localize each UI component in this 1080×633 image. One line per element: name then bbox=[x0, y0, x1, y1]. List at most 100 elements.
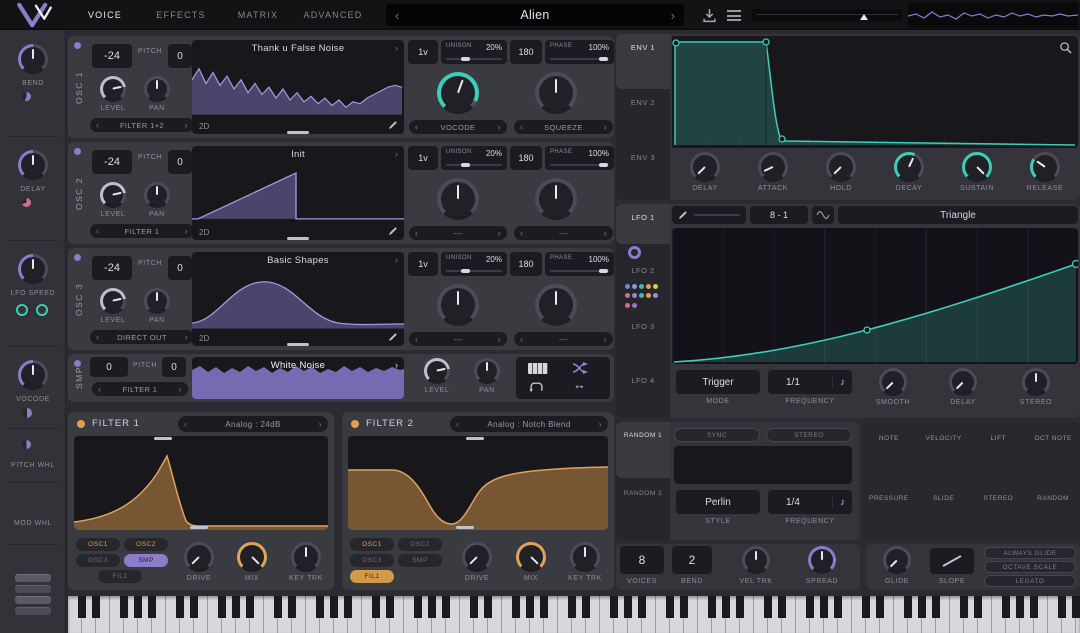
osc3-wavetable-name[interactable]: Basic Shapes bbox=[206, 255, 390, 266]
filter2-mix-knob[interactable] bbox=[516, 542, 546, 572]
lfo-paint-slider[interactable] bbox=[672, 206, 746, 224]
random-stereo-toggle[interactable]: STEREO bbox=[766, 428, 852, 442]
osc1-level-knob[interactable] bbox=[100, 76, 126, 102]
vocode-mod-indicator[interactable] bbox=[22, 408, 32, 418]
filter2-drive-knob[interactable] bbox=[462, 542, 492, 572]
osc1-edit-pencil-icon[interactable] bbox=[388, 120, 398, 130]
filter1-mix-knob[interactable] bbox=[237, 542, 267, 572]
osc3-dest1-selector[interactable]: ‹---› bbox=[409, 332, 507, 346]
tab-matrix[interactable]: MATRIX bbox=[230, 0, 286, 30]
lfo-mode-box[interactable]: Trigger bbox=[676, 370, 760, 394]
osc3-dimension-toggle[interactable]: 2D bbox=[199, 334, 209, 343]
delay-macro-knob[interactable] bbox=[18, 150, 48, 180]
stereo-spread-knob[interactable] bbox=[808, 546, 836, 574]
filter2-input-osc3[interactable]: OSC3 bbox=[350, 554, 394, 567]
filter2-input-osc1[interactable]: OSC1 bbox=[350, 538, 394, 551]
filter1-response-display[interactable] bbox=[74, 436, 328, 530]
black-keys[interactable] bbox=[68, 596, 1080, 618]
filter1-input-osc2[interactable]: OSC2 bbox=[124, 538, 168, 551]
sample-display[interactable]: White Noise › bbox=[192, 357, 404, 399]
save-preset-icon[interactable] bbox=[702, 8, 717, 23]
piano-keyboard[interactable] bbox=[68, 596, 1080, 633]
octave-stack-widget[interactable] bbox=[15, 574, 51, 620]
env-release-knob[interactable] bbox=[1030, 152, 1060, 182]
lfo-delay-knob[interactable] bbox=[949, 368, 977, 396]
tab-lfo3[interactable]: LFO 3 bbox=[616, 322, 670, 331]
smp-tune-box[interactable]: 0 bbox=[162, 357, 186, 377]
glide-knob[interactable] bbox=[883, 546, 911, 574]
env-delay-knob[interactable] bbox=[690, 152, 720, 182]
env-sustain-knob[interactable] bbox=[962, 152, 992, 182]
filter1-cutoff-handle[interactable] bbox=[154, 437, 172, 440]
bend-macro-knob[interactable] bbox=[18, 44, 48, 74]
bend-range-box[interactable]: 2 bbox=[672, 546, 712, 574]
osc2-next-wavetable-icon[interactable]: › bbox=[395, 150, 398, 159]
filter1-model-selector[interactable]: ‹Analog : 24dB› bbox=[178, 416, 328, 432]
tab-lfo4[interactable]: LFO 4 bbox=[616, 376, 670, 385]
osc2-dest1-knob[interactable] bbox=[437, 178, 479, 220]
voices-box[interactable]: 8 bbox=[620, 546, 664, 574]
env-attack-knob[interactable] bbox=[758, 152, 788, 182]
lfo1-mod-indicator[interactable] bbox=[628, 246, 641, 259]
loop-toggle-icon[interactable] bbox=[529, 381, 544, 394]
lfo-frequency-box[interactable]: 1/1 ♪ bbox=[768, 370, 852, 394]
osc3-phase-rand-box[interactable]: PHASE100% bbox=[545, 252, 614, 276]
always-glide-toggle[interactable]: ALWAYS GLIDE bbox=[984, 547, 1076, 559]
osc3-transpose-box[interactable]: -24 bbox=[92, 256, 132, 280]
mod-source-pressure[interactable]: PRESSURE bbox=[862, 482, 916, 541]
osc3-dest1-knob[interactable] bbox=[437, 284, 479, 326]
legato-toggle[interactable]: LEGATO bbox=[984, 575, 1076, 587]
mod-source-random[interactable]: RANDOM bbox=[1026, 482, 1080, 541]
lfo-stereo-knob[interactable] bbox=[1022, 368, 1050, 396]
osc1-wavetable-display[interactable]: Thank u False Noise › 2D bbox=[192, 40, 404, 134]
osc1-dest1-selector[interactable]: ‹VOCODE› bbox=[409, 120, 507, 134]
env-hold-knob[interactable] bbox=[826, 152, 856, 182]
filter1-input-fil2[interactable]: FIL2 bbox=[98, 570, 142, 583]
osc1-pan-knob[interactable] bbox=[144, 76, 170, 102]
osc3-dest2-knob[interactable] bbox=[535, 284, 577, 326]
osc1-unison-detune-box[interactable]: UNISON20% bbox=[441, 40, 507, 64]
keytrack-toggle-icon[interactable] bbox=[528, 363, 548, 374]
env-zoom-icon[interactable] bbox=[1059, 41, 1072, 54]
lfo-speed-mod-indicator-1[interactable] bbox=[16, 304, 28, 316]
filter2-input-osc2[interactable]: OSC2 bbox=[398, 538, 442, 551]
delay-mod-indicator[interactable] bbox=[22, 198, 31, 207]
tab-env3[interactable]: ENV 3 bbox=[616, 153, 670, 162]
lfo-speed-mod-indicator-2[interactable] bbox=[36, 304, 48, 316]
osc2-unison-detune-box[interactable]: UNISON20% bbox=[441, 146, 507, 170]
osc2-edit-pencil-icon[interactable] bbox=[388, 226, 398, 236]
volume-marker[interactable] bbox=[860, 14, 868, 20]
vocode-macro-knob[interactable] bbox=[18, 360, 48, 390]
filter2-power-dot[interactable] bbox=[351, 420, 359, 428]
osc3-pan-knob[interactable] bbox=[144, 288, 170, 314]
osc2-dimension-toggle[interactable]: 2D bbox=[199, 228, 209, 237]
osc1-unison-voices-box[interactable]: 1v bbox=[408, 40, 438, 64]
osc1-phase-rand-box[interactable]: PHASE100% bbox=[545, 40, 614, 64]
tab-advanced[interactable]: ADVANCED bbox=[298, 0, 368, 30]
osc2-dest2-knob[interactable] bbox=[535, 178, 577, 220]
filter2-model-selector[interactable]: ‹Analog : Notch Blend› bbox=[450, 416, 608, 432]
lfo-shape-selector[interactable]: Triangle bbox=[838, 206, 1078, 224]
sample-name[interactable]: White Noise bbox=[206, 360, 390, 371]
osc3-level-knob[interactable] bbox=[100, 288, 126, 314]
lfo-smooth-mode-box[interactable] bbox=[812, 206, 834, 224]
osc3-frame-scrollbar[interactable] bbox=[287, 343, 309, 346]
osc1-next-wavetable-icon[interactable]: › bbox=[395, 44, 398, 53]
mod-source-note[interactable]: NOTE bbox=[862, 422, 916, 481]
pitch-wheel-indicator[interactable] bbox=[22, 440, 31, 449]
preset-name[interactable]: Alien bbox=[520, 8, 549, 22]
octave-scale-toggle[interactable]: OCTAVE SCALE bbox=[984, 561, 1076, 573]
osc2-frame-scrollbar[interactable] bbox=[287, 237, 309, 240]
lfo-smooth-knob[interactable] bbox=[879, 368, 907, 396]
lfo-display[interactable] bbox=[672, 228, 1078, 364]
filter2-response-display[interactable] bbox=[348, 436, 608, 530]
filter2-input-smp[interactable]: SMP bbox=[398, 554, 442, 567]
osc3-tune-box[interactable]: 0 bbox=[168, 256, 192, 280]
mod-source-lift[interactable]: LIFT bbox=[972, 422, 1026, 481]
lfo-speed-macro-knob[interactable] bbox=[18, 254, 48, 284]
mod-source-slide[interactable]: SLIDE bbox=[917, 482, 971, 541]
env-decay-knob[interactable] bbox=[894, 152, 924, 182]
preset-browser[interactable]: ‹ Alien › bbox=[386, 4, 684, 26]
osc3-phase-box[interactable]: 180 bbox=[510, 252, 542, 276]
osc2-pan-knob[interactable] bbox=[144, 182, 170, 208]
